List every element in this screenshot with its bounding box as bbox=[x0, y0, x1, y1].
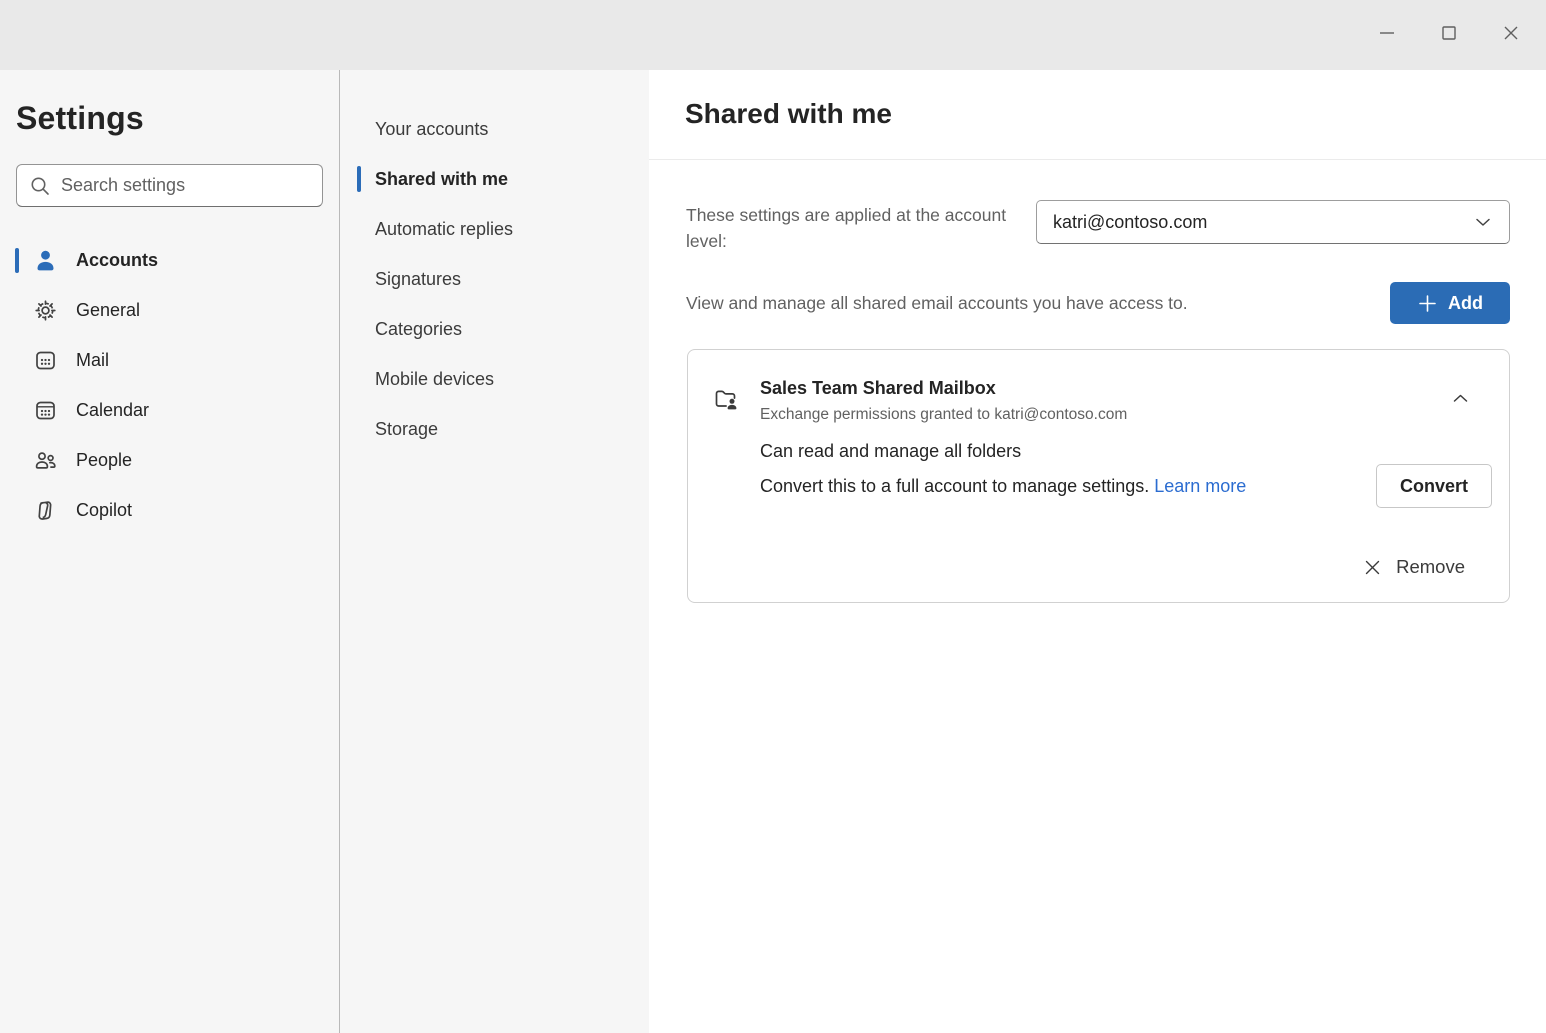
subnav-item-shared-with-me[interactable]: Shared with me bbox=[340, 154, 649, 204]
sidebar-item-mail[interactable]: Mail bbox=[0, 335, 339, 385]
subnav-item-signatures[interactable]: Signatures bbox=[340, 254, 649, 304]
person-icon bbox=[33, 248, 58, 273]
page-description: View and manage all shared email account… bbox=[686, 293, 1188, 314]
selected-indicator bbox=[357, 216, 361, 242]
mail-icon bbox=[33, 348, 58, 373]
gear-icon bbox=[33, 298, 58, 323]
account-scope-label: These settings are applied at the accoun… bbox=[686, 200, 1036, 254]
subnav-item-label: Categories bbox=[375, 319, 462, 340]
sidebar-item-label: Accounts bbox=[76, 250, 158, 271]
selected-indicator bbox=[15, 448, 19, 473]
main-header: Shared with me bbox=[649, 70, 1546, 160]
sidebar-item-calendar[interactable]: Calendar bbox=[0, 385, 339, 435]
subnav-item-mobile-devices[interactable]: Mobile devices bbox=[340, 354, 649, 404]
search-icon bbox=[29, 175, 51, 197]
sidebar-item-label: Calendar bbox=[76, 400, 149, 421]
sidebar-item-label: People bbox=[76, 450, 132, 471]
settings-title: Settings bbox=[0, 100, 339, 137]
selected-indicator bbox=[357, 266, 361, 292]
remove-button-label: Remove bbox=[1396, 556, 1465, 578]
subnav-item-label: Mobile devices bbox=[375, 369, 494, 390]
sidebar-item-people[interactable]: People bbox=[0, 435, 339, 485]
subnav-item-label: Signatures bbox=[375, 269, 461, 290]
selected-indicator bbox=[357, 316, 361, 342]
mailbox-subtitle: Exchange permissions granted to katri@co… bbox=[760, 406, 1127, 424]
minimize-icon bbox=[1377, 23, 1397, 43]
settings-sidebar: Settings Accounts bbox=[0, 70, 340, 1033]
x-icon bbox=[1363, 558, 1382, 577]
accounts-subnav: Your accounts Shared with me Automatic r… bbox=[340, 70, 649, 1033]
search-input[interactable] bbox=[61, 175, 310, 196]
selected-indicator bbox=[357, 416, 361, 442]
sidebar-item-general[interactable]: General bbox=[0, 285, 339, 335]
selected-indicator bbox=[357, 116, 361, 142]
convert-button[interactable]: Convert bbox=[1376, 464, 1492, 508]
convert-description: Convert this to a full account to manage… bbox=[760, 476, 1149, 496]
close-button[interactable] bbox=[1480, 10, 1542, 56]
sidebar-item-label: General bbox=[76, 300, 140, 321]
sidebar-nav: Accounts bbox=[0, 235, 339, 535]
shared-mailbox-card: Sales Team Shared Mailbox Exchange permi… bbox=[687, 349, 1510, 603]
account-select-dropdown[interactable]: katri@contoso.com bbox=[1036, 200, 1510, 244]
subnav-item-label: Your accounts bbox=[375, 119, 488, 140]
sidebar-item-label: Mail bbox=[76, 350, 109, 371]
subnav-item-storage[interactable]: Storage bbox=[340, 404, 649, 454]
main-panel: Shared with me These settings are applie… bbox=[649, 70, 1546, 1033]
selected-indicator bbox=[15, 498, 19, 523]
sidebar-item-label: Copilot bbox=[76, 500, 132, 521]
maximize-button[interactable] bbox=[1418, 10, 1480, 56]
close-icon bbox=[1501, 23, 1521, 43]
subnav-item-label: Automatic replies bbox=[375, 219, 513, 240]
sidebar-item-accounts[interactable]: Accounts bbox=[0, 235, 339, 285]
window-titlebar bbox=[0, 0, 1546, 70]
plus-icon bbox=[1417, 293, 1438, 314]
selected-indicator bbox=[15, 348, 19, 373]
subnav-item-automatic-replies[interactable]: Automatic replies bbox=[340, 204, 649, 254]
selected-indicator bbox=[15, 248, 19, 273]
chevron-down-icon bbox=[1473, 212, 1493, 232]
window-controls bbox=[1356, 10, 1542, 56]
subnav-item-your-accounts[interactable]: Your accounts bbox=[340, 104, 649, 154]
mailbox-title: Sales Team Shared Mailbox bbox=[760, 378, 1127, 399]
selected-account-value: katri@contoso.com bbox=[1053, 212, 1207, 233]
selected-indicator bbox=[15, 398, 19, 423]
subnav-item-categories[interactable]: Categories bbox=[340, 304, 649, 354]
add-button[interactable]: Add bbox=[1390, 282, 1510, 324]
selected-indicator bbox=[357, 166, 361, 192]
mailbox-permission: Can read and manage all folders bbox=[760, 441, 1477, 462]
calendar-icon bbox=[33, 398, 58, 423]
minimize-button[interactable] bbox=[1356, 10, 1418, 56]
subnav-item-label: Shared with me bbox=[375, 169, 508, 190]
search-settings-box[interactable] bbox=[16, 164, 323, 207]
page-title: Shared with me bbox=[685, 98, 1510, 130]
chevron-up-icon bbox=[1450, 388, 1471, 409]
selected-indicator bbox=[357, 366, 361, 392]
shared-folder-icon bbox=[712, 386, 740, 414]
copilot-icon bbox=[33, 498, 58, 523]
remove-button[interactable]: Remove bbox=[1363, 556, 1465, 578]
sidebar-item-copilot[interactable]: Copilot bbox=[0, 485, 339, 535]
maximize-icon bbox=[1439, 23, 1459, 43]
add-button-label: Add bbox=[1448, 293, 1483, 314]
subnav-item-label: Storage bbox=[375, 419, 438, 440]
people-icon bbox=[33, 448, 58, 473]
learn-more-link[interactable]: Learn more bbox=[1154, 476, 1246, 496]
selected-indicator bbox=[15, 298, 19, 323]
collapse-card-button[interactable] bbox=[1444, 382, 1477, 415]
